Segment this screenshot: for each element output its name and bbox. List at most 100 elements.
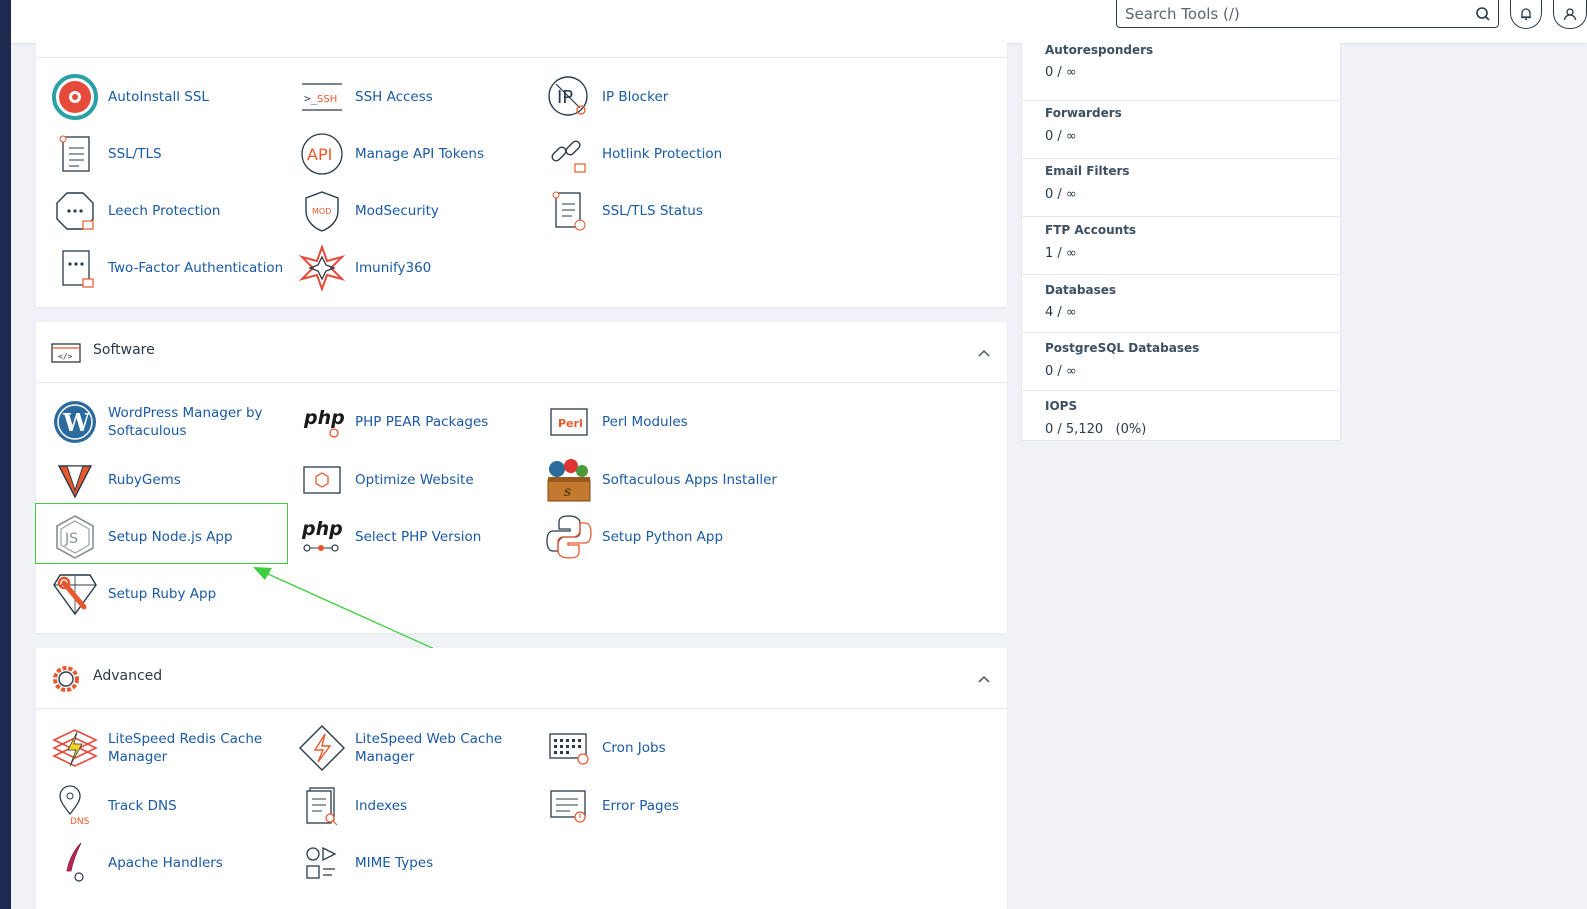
tool-label: Imunify360 <box>355 260 432 276</box>
panel-title: Software <box>93 342 155 358</box>
stat-label: FTP Accounts <box>1045 223 1137 237</box>
tool-indexes[interactable]: Indexes <box>296 780 407 832</box>
tool-php-pear-packages[interactable]: php PHP PEAR Packages <box>296 396 488 448</box>
svg-text:>_: >_ <box>304 92 318 105</box>
tool-ip-blocker[interactable]: IP IP Blocker <box>543 71 668 123</box>
modsecurity-icon: MOD <box>296 185 348 237</box>
api-icon: API <box>296 128 348 180</box>
advanced-panel-header[interactable]: Advanced <box>36 648 1007 709</box>
tool-litespeed-redis-cache[interactable]: LiteSpeed Redis Cache Manager <box>49 722 278 774</box>
stat-label: Autoresponders <box>1045 43 1154 57</box>
stat-value: 0 / ∞ <box>1045 129 1077 144</box>
svg-text:IP: IP <box>557 87 573 108</box>
tool-modsecurity[interactable]: MOD ModSecurity <box>296 185 439 237</box>
stat-label: IOPS <box>1045 399 1078 413</box>
tool-label: Indexes <box>355 798 408 814</box>
tool-label: Select PHP Version <box>355 529 482 545</box>
chevron-up-icon[interactable] <box>977 346 991 360</box>
bell-icon <box>1521 8 1531 21</box>
tool-mime-types[interactable]: MIME Types <box>296 837 433 889</box>
stat-value: 4 / ∞ <box>1045 305 1077 320</box>
cron-icon <box>543 722 595 774</box>
tool-two-factor-authentication[interactable]: Two-Factor Authentication <box>49 242 283 294</box>
search-box[interactable] <box>1116 0 1499 28</box>
tool-label: LiteSpeed Redis Cache Manager <box>108 731 263 765</box>
tool-label: ModSecurity <box>355 203 439 219</box>
tool-optimize-website[interactable]: Optimize Website <box>296 454 474 506</box>
tool-error-pages[interactable]: Error Pages <box>543 780 679 832</box>
tool-perl-modules[interactable]: Perl Perl Modules <box>543 396 688 448</box>
stat-label: PostgreSQL Databases <box>1045 341 1200 355</box>
indexes-icon <box>296 780 348 832</box>
stat-value: 0 / ∞ <box>1045 364 1077 379</box>
php-pear-icon: php <box>296 396 348 448</box>
certificate-icon <box>49 128 101 180</box>
stat-value: 0 / ∞ <box>1045 65 1077 80</box>
advanced-panel: Advanced LiteSpeed Redis Cache Manager L… <box>36 648 1007 909</box>
tool-leech-protection[interactable]: Leech Protection <box>49 185 220 237</box>
software-panel-header[interactable]: </> Software <box>36 322 1007 383</box>
tool-label: MIME Types <box>355 855 434 871</box>
imunify-icon <box>296 242 348 294</box>
svg-text:SSH: SSH <box>317 94 337 105</box>
tool-apache-handlers[interactable]: Apache Handlers <box>49 837 223 889</box>
tool-autoinstall-ssl[interactable]: AutoInstall SSL <box>49 71 209 123</box>
svg-text:W: W <box>62 408 91 437</box>
stat-value: 0 / ∞ <box>1045 187 1077 202</box>
tool-label: Error Pages <box>602 798 679 814</box>
tool-litespeed-web-cache[interactable]: LiteSpeed Web Cache Manager <box>296 722 525 774</box>
statistics-panel: Autoresponders 0 / ∞ Forwarders 0 / ∞ Em… <box>1021 43 1341 441</box>
stat-iops: IOPS 0 / 5,120 (0%) <box>1022 391 1340 441</box>
tool-ssh-access[interactable]: >_ SSH SSH Access <box>296 71 433 123</box>
gear-icon <box>53 666 79 692</box>
tool-ssl-tls[interactable]: SSL/TLS <box>49 128 162 180</box>
tool-softaculous-apps-installer[interactable]: s Softaculous Apps Installer <box>543 454 777 506</box>
divider <box>36 57 1007 58</box>
search-input[interactable] <box>1117 0 1457 27</box>
svg-text:php: php <box>301 518 343 540</box>
tool-label: Hotlink Protection <box>602 146 723 162</box>
leech-icon <box>49 185 101 237</box>
tool-label: Setup Python App <box>602 529 724 545</box>
stat-value: 0 / 5,120 (0%) <box>1045 422 1147 437</box>
tool-label: Setup Ruby App <box>108 586 217 602</box>
tool-wordpress-manager[interactable]: W WordPress Manager by Softaculous <box>49 396 278 448</box>
ruby-icon <box>49 568 101 620</box>
tool-track-dns[interactable]: DNS Track DNS <box>49 780 177 832</box>
ssl-status-icon <box>543 185 595 237</box>
tool-select-php-version[interactable]: php Select PHP Version <box>296 511 481 563</box>
python-icon <box>543 511 595 563</box>
tool-label: SSH Access <box>355 89 433 105</box>
search-icon[interactable] <box>1474 5 1492 23</box>
tool-label: Perl Modules <box>602 414 688 430</box>
tool-label: Softaculous Apps Installer <box>602 472 777 488</box>
softaculous-icon: s <box>543 454 595 506</box>
tool-label: Leech Protection <box>108 203 221 219</box>
tool-cron-jobs[interactable]: Cron Jobs <box>543 722 666 774</box>
hotlink-icon <box>543 128 595 180</box>
tool-setup-ruby-app[interactable]: Setup Ruby App <box>49 568 216 620</box>
svg-text:</>: </> <box>58 352 73 361</box>
ip-blocker-icon: IP <box>543 71 595 123</box>
mime-icon <box>296 837 348 889</box>
user-menu-button[interactable] <box>1553 0 1587 29</box>
stat-ftp-accounts: FTP Accounts 1 / ∞ <box>1022 217 1340 275</box>
stat-forwarders: Forwarders 0 / ∞ <box>1022 101 1340 159</box>
tool-manage-api-tokens[interactable]: API Manage API Tokens <box>296 128 484 180</box>
tool-label: LiteSpeed Web Cache Manager <box>355 731 503 765</box>
chevron-up-icon[interactable] <box>977 672 991 686</box>
software-panel: </> Software W WordPress Manager by Soft… <box>36 322 1007 633</box>
tool-setup-python-app[interactable]: Setup Python App <box>543 511 723 563</box>
tool-imunify360[interactable]: Imunify360 <box>296 242 431 294</box>
tool-hotlink-protection[interactable]: Hotlink Protection <box>543 128 722 180</box>
stat-email-filters: Email Filters 0 / ∞ <box>1022 159 1340 217</box>
left-sidebar <box>0 0 11 909</box>
php-version-icon: php <box>296 511 348 563</box>
tool-label: SSL/TLS <box>108 146 162 162</box>
stat-label: Forwarders <box>1045 106 1122 120</box>
tool-ssl-tls-status[interactable]: SSL/TLS Status <box>543 185 703 237</box>
stat-label: Databases <box>1045 283 1117 297</box>
tool-label: Two-Factor Authentication <box>108 260 284 276</box>
stat-value: 1 / ∞ <box>1045 246 1077 261</box>
tool-rubygems[interactable]: RubyGems <box>49 454 181 506</box>
